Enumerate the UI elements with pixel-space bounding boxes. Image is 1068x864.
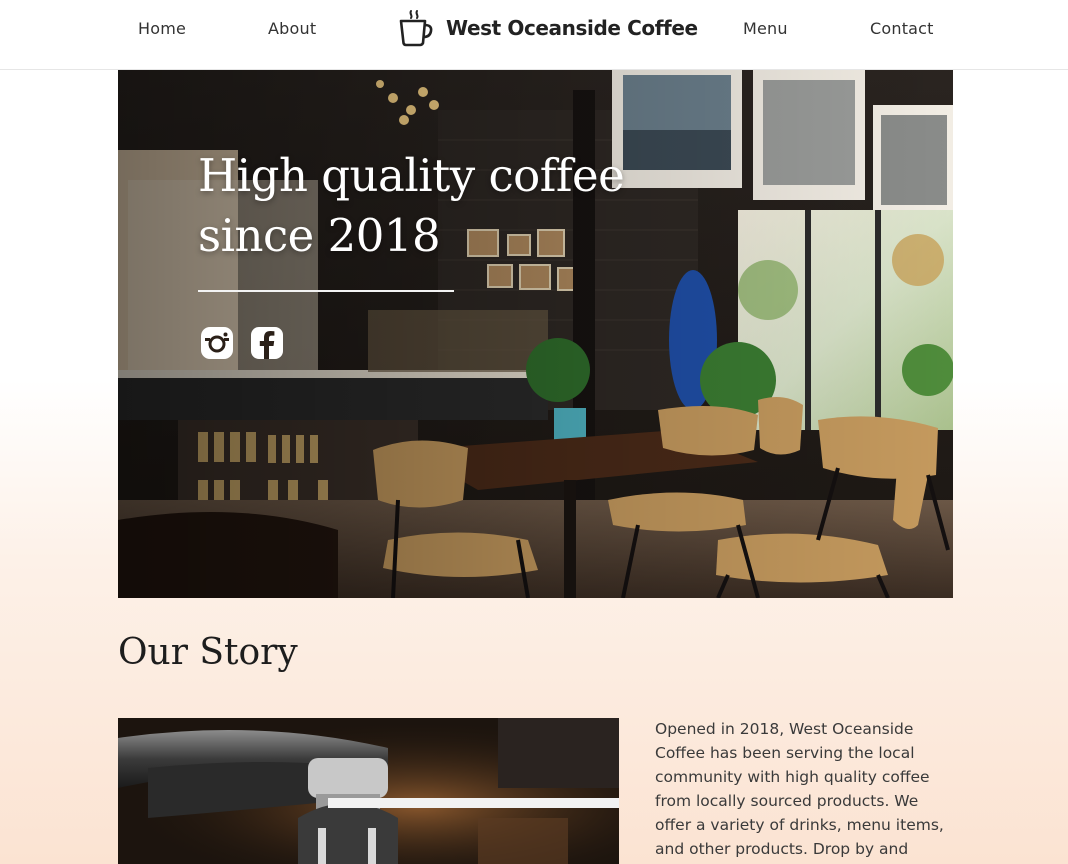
brand-name: West Oceanside Coffee [446, 16, 698, 40]
hero-title-line1: High quality coffee [198, 149, 625, 202]
instagram-link[interactable] [200, 326, 234, 360]
instagram-icon [201, 327, 233, 359]
espresso-machine-photo [118, 718, 619, 864]
nav-link-about[interactable]: About [268, 19, 316, 38]
hero-title: High quality coffee since 2018 [198, 146, 678, 266]
hero-divider [198, 290, 454, 292]
brand-logo[interactable]: West Oceanside Coffee [398, 8, 698, 48]
facebook-link[interactable] [250, 326, 284, 360]
our-story-text: Opened in 2018, West Oceanside Coffee ha… [655, 720, 944, 858]
hero-banner: High quality coffee since 2018 [118, 70, 953, 598]
top-navbar: Home About West Oceanside Coffee Menu Co… [0, 0, 1068, 70]
our-story-heading: Our Story [118, 632, 298, 673]
nav-link-contact[interactable]: Contact [870, 19, 934, 38]
nav-link-menu[interactable]: Menu [743, 19, 788, 38]
espresso-photo-art [118, 718, 619, 864]
facebook-icon [251, 327, 283, 359]
coffee-cup-icon [399, 10, 433, 47]
hero-title-line2: since 2018 [198, 209, 441, 262]
nav-link-home[interactable]: Home [138, 19, 186, 38]
